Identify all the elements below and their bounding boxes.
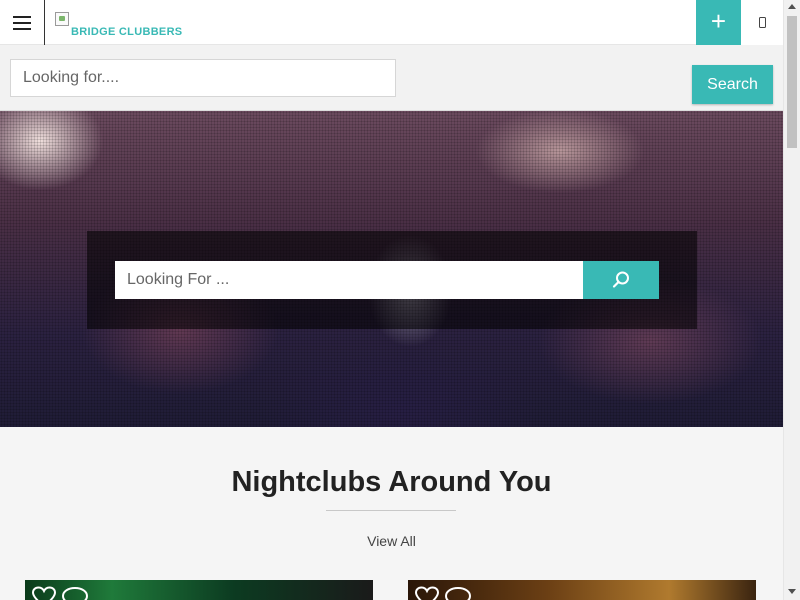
site-logo[interactable]: BRIDGE CLUBBERS: [55, 12, 182, 38]
search-button[interactable]: Search: [692, 65, 773, 104]
hamburger-menu-button[interactable]: [0, 0, 45, 45]
chat-bubble-icon[interactable]: [61, 586, 89, 600]
hamburger-icon-bar: [13, 27, 31, 30]
broken-image-icon: [55, 12, 69, 26]
card-actions: [414, 586, 472, 600]
nightclub-card[interactable]: [408, 580, 756, 600]
scroll-up-arrow-icon[interactable]: [788, 4, 796, 9]
card-actions: [31, 586, 89, 600]
heart-icon[interactable]: [414, 586, 440, 600]
heart-icon[interactable]: [31, 586, 57, 600]
hero-search-input[interactable]: [115, 261, 583, 299]
top-navbar: BRIDGE CLUBBERS +: [0, 0, 783, 45]
hamburger-icon-bar: [13, 15, 31, 18]
search-strip: Search: [0, 45, 783, 111]
search-input[interactable]: [10, 59, 396, 97]
chat-bubble-icon[interactable]: [444, 586, 472, 600]
title-divider: [326, 510, 456, 511]
nightclub-card[interactable]: [25, 580, 373, 600]
search-icon: [612, 271, 629, 288]
mobile-phone-icon: [758, 17, 766, 28]
add-listing-button[interactable]: +: [696, 0, 741, 45]
logo-alt-text: BRIDGE CLUBBERS: [71, 26, 183, 38]
section-title: Nightclubs Around You: [231, 466, 552, 498]
view-all-link[interactable]: View All: [0, 533, 783, 549]
hero-search-panel: [87, 231, 697, 329]
scrollbar-thumb[interactable]: [787, 16, 797, 148]
hero-search-button[interactable]: [583, 261, 659, 299]
mobile-app-button[interactable]: [741, 0, 783, 45]
plus-icon: +: [710, 6, 727, 36]
hamburger-icon-bar: [13, 21, 31, 24]
scroll-down-arrow-icon[interactable]: [788, 589, 796, 594]
page-scrollbar[interactable]: [783, 0, 800, 600]
hero-banner: [0, 111, 783, 427]
